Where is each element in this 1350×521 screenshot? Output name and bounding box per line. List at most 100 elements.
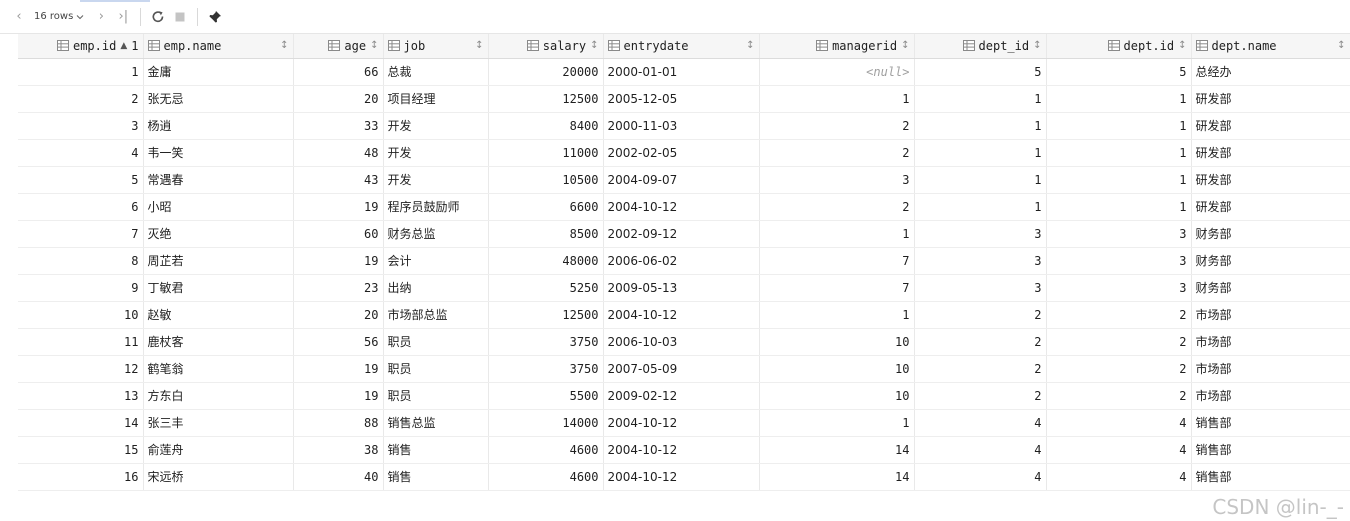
- table-row[interactable]: 7 灭绝 60 财务总监 8500 2002-09-12 1 3 3 财务部: [18, 220, 1350, 248]
- cell-dept-id2[interactable]: 5: [1046, 58, 1192, 86]
- cell-managerid[interactable]: 14: [759, 436, 915, 464]
- cell-job[interactable]: 财务总监: [383, 220, 489, 248]
- cell-entrydate[interactable]: 2007-05-09: [603, 355, 760, 383]
- chevron-left-icon[interactable]: ‹: [8, 5, 30, 29]
- cell-age[interactable]: 60: [293, 220, 384, 248]
- cell-emp-id[interactable]: 14: [18, 409, 144, 437]
- cell-dept-name[interactable]: 研发部: [1191, 139, 1350, 167]
- cell-managerid[interactable]: 10: [759, 328, 915, 356]
- table-row[interactable]: 12 鹤笔翁 19 职员 3750 2007-05-09 10 2 2 市场部: [18, 355, 1350, 383]
- cell-emp-name[interactable]: 赵敏: [143, 301, 294, 329]
- cell-salary[interactable]: 6600: [488, 193, 604, 221]
- cell-age[interactable]: 23: [293, 274, 384, 302]
- cell-job[interactable]: 职员: [383, 382, 489, 410]
- table-row[interactable]: 8 周芷若 19 会计 48000 2006-06-02 7 3 3 财务部: [18, 247, 1350, 275]
- table-row[interactable]: 2 张无忌 20 项目经理 12500 2005-12-05 1 1 1 研发部: [18, 85, 1350, 113]
- cell-emp-id[interactable]: 3: [18, 112, 144, 140]
- cell-dept-id2[interactable]: 1: [1046, 85, 1192, 113]
- cell-job[interactable]: 项目经理: [383, 85, 489, 113]
- cell-dept-name[interactable]: 市场部: [1191, 301, 1350, 329]
- cell-job[interactable]: 市场部总监: [383, 301, 489, 329]
- cell-managerid[interactable]: 2: [759, 139, 915, 167]
- cell-managerid[interactable]: 3: [759, 166, 915, 194]
- cell-age[interactable]: 19: [293, 193, 384, 221]
- cell-job[interactable]: 开发: [383, 112, 489, 140]
- cell-dept-name[interactable]: 销售部: [1191, 463, 1350, 491]
- cell-emp-name[interactable]: 杨逍: [143, 112, 294, 140]
- cell-emp-id[interactable]: 6: [18, 193, 144, 221]
- cell-entrydate[interactable]: 2000-11-03: [603, 112, 760, 140]
- cell-emp-name[interactable]: 周芷若: [143, 247, 294, 275]
- sort-toggle-icon[interactable]: ↕: [746, 40, 754, 51]
- cell-salary[interactable]: 5500: [488, 382, 604, 410]
- cell-dept-name[interactable]: 市场部: [1191, 382, 1350, 410]
- refresh-icon[interactable]: [147, 6, 169, 28]
- cell-dept-id2[interactable]: 4: [1046, 436, 1192, 464]
- cell-dept-name[interactable]: 研发部: [1191, 193, 1350, 221]
- cell-managerid[interactable]: 14: [759, 463, 915, 491]
- cell-dept-name[interactable]: 总经办: [1191, 58, 1350, 86]
- cell-dept-id[interactable]: 2: [914, 382, 1047, 410]
- cell-managerid[interactable]: 10: [759, 382, 915, 410]
- cell-emp-name[interactable]: 鹿杖客: [143, 328, 294, 356]
- column-header-job[interactable]: job ↕: [383, 34, 489, 59]
- column-header-emp-name[interactable]: emp.name ↕: [143, 34, 294, 59]
- cell-salary[interactable]: 3750: [488, 328, 604, 356]
- cell-entrydate[interactable]: 2004-10-12: [603, 301, 760, 329]
- table-row[interactable]: 15 俞莲舟 38 销售 4600 2004-10-12 14 4 4 销售部: [18, 436, 1350, 464]
- column-header-entrydate[interactable]: entrydate ↕: [603, 34, 760, 59]
- cell-managerid[interactable]: 7: [759, 247, 915, 275]
- cell-age[interactable]: 19: [293, 382, 384, 410]
- cell-age[interactable]: 40: [293, 463, 384, 491]
- cell-dept-name[interactable]: 研发部: [1191, 85, 1350, 113]
- table-row[interactable]: 3 杨逍 33 开发 8400 2000-11-03 2 1 1 研发部: [18, 112, 1350, 140]
- cell-age[interactable]: 19: [293, 247, 384, 275]
- cell-managerid[interactable]: 2: [759, 193, 915, 221]
- cell-dept-id2[interactable]: 1: [1046, 166, 1192, 194]
- table-row[interactable]: 10 赵敏 20 市场部总监 12500 2004-10-12 1 2 2 市场部: [18, 301, 1350, 329]
- cell-dept-name[interactable]: 销售部: [1191, 409, 1350, 437]
- table-row[interactable]: 13 方东白 19 职员 5500 2009-02-12 10 2 2 市场部: [18, 382, 1350, 410]
- cell-salary[interactable]: 4600: [488, 463, 604, 491]
- cell-salary[interactable]: 8500: [488, 220, 604, 248]
- cell-age[interactable]: 56: [293, 328, 384, 356]
- cell-dept-id[interactable]: 3: [914, 274, 1047, 302]
- cell-dept-id[interactable]: 2: [914, 355, 1047, 383]
- cell-dept-name[interactable]: 销售部: [1191, 436, 1350, 464]
- cell-salary[interactable]: 12500: [488, 301, 604, 329]
- cell-managerid[interactable]: 1: [759, 85, 915, 113]
- cell-job[interactable]: 总裁: [383, 58, 489, 86]
- cell-salary[interactable]: 8400: [488, 112, 604, 140]
- cell-entrydate[interactable]: 2004-09-07: [603, 166, 760, 194]
- cell-emp-name[interactable]: 张无忌: [143, 85, 294, 113]
- cell-emp-id[interactable]: 11: [18, 328, 144, 356]
- table-row[interactable]: 9 丁敏君 23 出纳 5250 2009-05-13 7 3 3 财务部: [18, 274, 1350, 302]
- stop-icon[interactable]: [169, 6, 191, 28]
- cell-salary[interactable]: 48000: [488, 247, 604, 275]
- column-header-salary[interactable]: salary ↕: [488, 34, 604, 59]
- cell-age[interactable]: 48: [293, 139, 384, 167]
- cell-age[interactable]: 20: [293, 85, 384, 113]
- cell-emp-id[interactable]: 9: [18, 274, 144, 302]
- sort-toggle-icon[interactable]: ↕: [280, 40, 288, 51]
- cell-dept-name[interactable]: 财务部: [1191, 220, 1350, 248]
- cell-salary[interactable]: 11000: [488, 139, 604, 167]
- cell-dept-id2[interactable]: 2: [1046, 355, 1192, 383]
- cell-salary[interactable]: 14000: [488, 409, 604, 437]
- cell-emp-id[interactable]: 13: [18, 382, 144, 410]
- cell-entrydate[interactable]: 2006-10-03: [603, 328, 760, 356]
- cell-dept-id2[interactable]: 1: [1046, 112, 1192, 140]
- cell-salary[interactable]: 3750: [488, 355, 604, 383]
- cell-emp-id[interactable]: 1: [18, 58, 144, 86]
- cell-job[interactable]: 销售: [383, 436, 489, 464]
- cell-salary[interactable]: 10500: [488, 166, 604, 194]
- cell-emp-name[interactable]: 丁敏君: [143, 274, 294, 302]
- cell-age[interactable]: 33: [293, 112, 384, 140]
- chevron-right-icon[interactable]: ›: [90, 5, 112, 29]
- cell-emp-id[interactable]: 15: [18, 436, 144, 464]
- cell-age[interactable]: 66: [293, 58, 384, 86]
- column-header-emp-id[interactable]: emp.id ▲ 1: [18, 34, 144, 59]
- cell-emp-id[interactable]: 7: [18, 220, 144, 248]
- cell-age[interactable]: 88: [293, 409, 384, 437]
- cell-job[interactable]: 开发: [383, 139, 489, 167]
